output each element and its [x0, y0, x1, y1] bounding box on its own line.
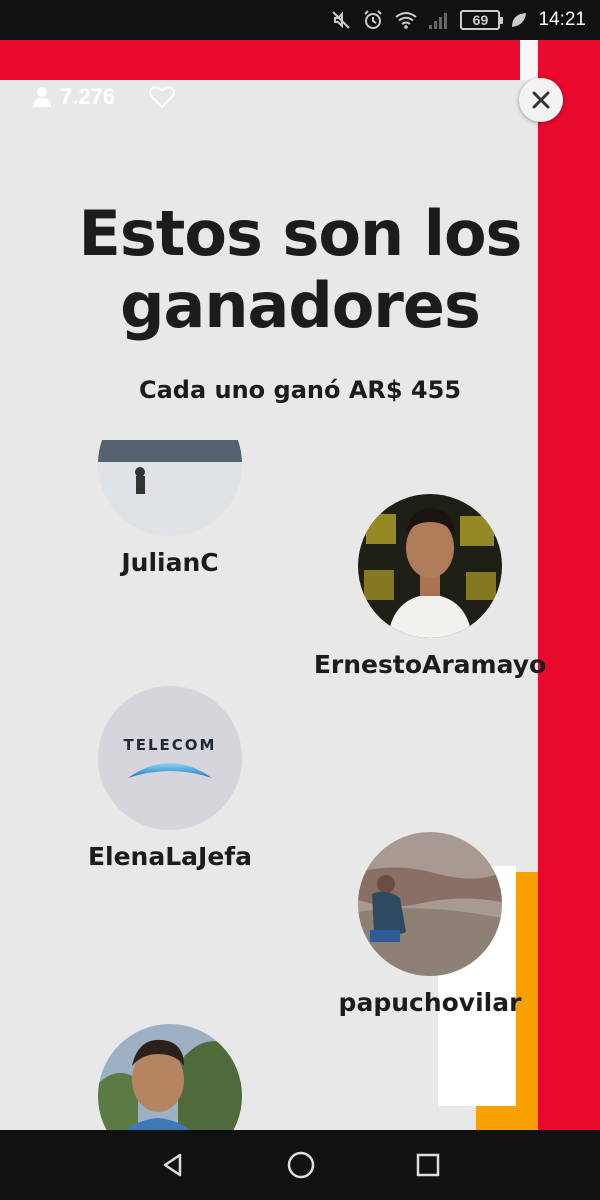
winner-card: TELECOM ElenaLaJefa [50, 686, 290, 871]
winner-name: ElenaLaJefa [87, 842, 253, 871]
winner-card: JulianC [50, 392, 290, 577]
battery-level: 69 [472, 12, 489, 28]
system-nav-bar [0, 1130, 600, 1200]
close-icon [532, 91, 550, 109]
close-button[interactable] [519, 78, 563, 122]
page-title: Estos son los ganadores [78, 197, 523, 342]
header-red-strip [0, 40, 520, 80]
avatar [98, 440, 242, 536]
winner-name: JulianC [121, 548, 219, 577]
viewer-count: 7.276 [60, 84, 116, 109]
recents-icon[interactable] [415, 1152, 441, 1178]
header-white-block [520, 40, 538, 80]
avatar-photo [358, 832, 502, 976]
avatar [358, 494, 502, 638]
signal-icon [429, 13, 448, 29]
winner-name: ErnestoAramayo [313, 650, 547, 679]
avatar-photo [358, 494, 502, 638]
clock: 14:21 [538, 9, 586, 30]
live-stats: 7.276 [32, 84, 175, 110]
battery-icon: 69 [460, 10, 504, 30]
telecom-logo-text: TELECOM [123, 736, 217, 754]
user-icon [33, 87, 51, 107]
home-icon[interactable] [286, 1150, 316, 1180]
status-bar: 69 14:21 [0, 0, 600, 40]
winner-card: ErnestoAramayo [310, 494, 550, 679]
mute-icon [332, 11, 351, 29]
alarm-icon [364, 10, 383, 29]
back-icon[interactable] [159, 1151, 187, 1179]
wifi-icon [395, 12, 418, 29]
winner-name: papuchovilar [338, 988, 522, 1017]
telecom-logo [98, 686, 242, 830]
heart-icon[interactable] [149, 85, 175, 109]
avatar-photo [98, 440, 242, 536]
avatar: TELECOM [98, 686, 242, 830]
status-icons: 69 14:21 [330, 0, 586, 40]
leaf-icon [512, 13, 527, 27]
winner-card: papuchovilar [310, 832, 550, 1017]
avatar [358, 832, 502, 976]
